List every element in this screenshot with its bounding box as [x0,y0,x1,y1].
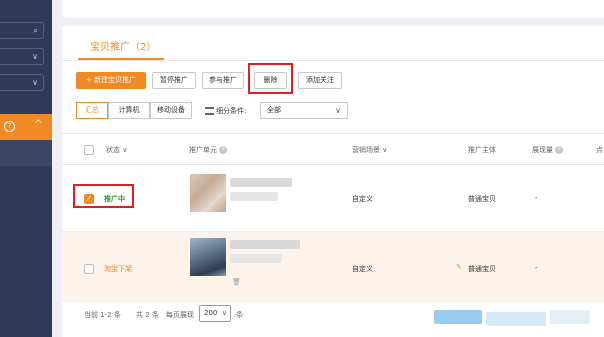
sidebar-search-input[interactable]: ⌕ [0,22,44,39]
product-title-redacted [230,240,300,249]
redacted-region [434,310,482,324]
help-icon: ? [4,121,15,132]
column-impressions-label: 展现量 [532,146,553,154]
row-subject: 普通宝贝 [468,265,496,273]
table-row[interactable]: 淘宝下架 🗑 自定义 ✎ 普通宝贝 - [62,232,604,302]
add-follow-button[interactable]: 添加关注 [298,72,342,89]
pagination-range: 当前 1-2 条 [84,311,121,319]
segment-computer[interactable]: 计算机 [108,102,150,119]
column-click: 点 [596,146,603,154]
column-status[interactable]: 状态 ∨ [106,145,127,155]
column-unit-label: 推广单元 [189,146,217,154]
filter-icon [205,107,214,115]
table-row[interactable]: ✓ 推广中 自定义 普通宝贝 - [62,166,604,232]
segment-summary[interactable]: 汇总 [76,102,108,119]
row-scene: 自定义 [352,195,373,203]
row-impressions: - [535,194,538,202]
product-thumbnail [190,238,226,276]
top-bar [62,0,604,18]
product-thumbnail [190,174,226,212]
row-status: 淘宝下架 [104,265,132,273]
main-panel: 宝贝推广（2） + 新建宝贝推广 暂停推广 参与推广 删除 添加关注 汇总 计算… [62,26,604,337]
per-page-unit: 条 [236,311,243,319]
chevron-down-icon: ∨ [32,52,38,61]
highlight-box [248,63,293,94]
sidebar-active-item[interactable]: ? ^ [0,114,52,140]
chevron-down-icon: ∨ [335,106,341,115]
filter-label: 细分条件: [216,107,247,115]
row-impressions: - [535,264,538,272]
pagination: 当前 1-2 条 共 2 条 每页展现 200 ∨ 条 [62,302,604,337]
product-subtitle-redacted [230,192,278,201]
redacted-region [486,312,546,326]
search-icon: ⌕ [33,26,38,35]
trash-icon[interactable]: 🗑 [232,278,241,286]
column-unit: 推广单元 ? [189,145,228,155]
table-header: 状态 ∨ 推广单元 ? 营销场景 ∨ 推广主体 展现量 ? 点 [62,133,604,165]
sidebar-dropdown-2[interactable]: ∨ [0,74,44,91]
column-subject: 推广主体 [468,146,496,154]
row-checkbox[interactable] [84,264,94,274]
filter-select[interactable]: 全部 ∨ [260,102,348,119]
chevron-down-icon: ∨ [32,78,38,87]
join-button[interactable]: 参与推广 [202,72,244,89]
edit-icon[interactable]: ✎ [456,263,462,271]
per-page-label: 每页展现 [166,311,194,319]
column-impressions[interactable]: 展现量 ? [532,145,564,155]
sidebar-dropdown-1[interactable]: ∨ [0,48,44,65]
product-subtitle-redacted [230,254,282,263]
per-page-select[interactable]: 200 ∨ [199,305,231,322]
filter-select-value: 全部 [267,106,281,114]
pause-button[interactable]: 暂停推广 [152,72,196,89]
redacted-region [550,310,590,324]
select-all-checkbox[interactable] [84,145,94,155]
product-title-redacted [230,178,292,187]
highlight-box [73,184,134,208]
help-icon: ? [219,146,228,154]
column-scene[interactable]: 营销场景 ∨ [352,145,387,155]
sidebar: ⌕ ∨ ∨ ? ^ [0,0,52,337]
row-subject: 普通宝贝 [468,195,496,203]
divider [62,60,604,61]
help-icon: ? [555,146,564,154]
row-scene: 自定义 [352,265,373,273]
segment-mobile[interactable]: 移动设备 [150,102,192,119]
sidebar-sub-item[interactable] [0,140,52,166]
chevron-down-icon: ∨ [221,309,227,317]
tab-item-promotion[interactable]: 宝贝推广（2） [90,38,156,53]
per-page-value: 200 [204,309,218,317]
chevron-up-icon: ^ [34,119,43,130]
pagination-total: 共 2 条 [136,311,159,319]
new-promotion-button[interactable]: + 新建宝贝推广 [76,72,146,89]
